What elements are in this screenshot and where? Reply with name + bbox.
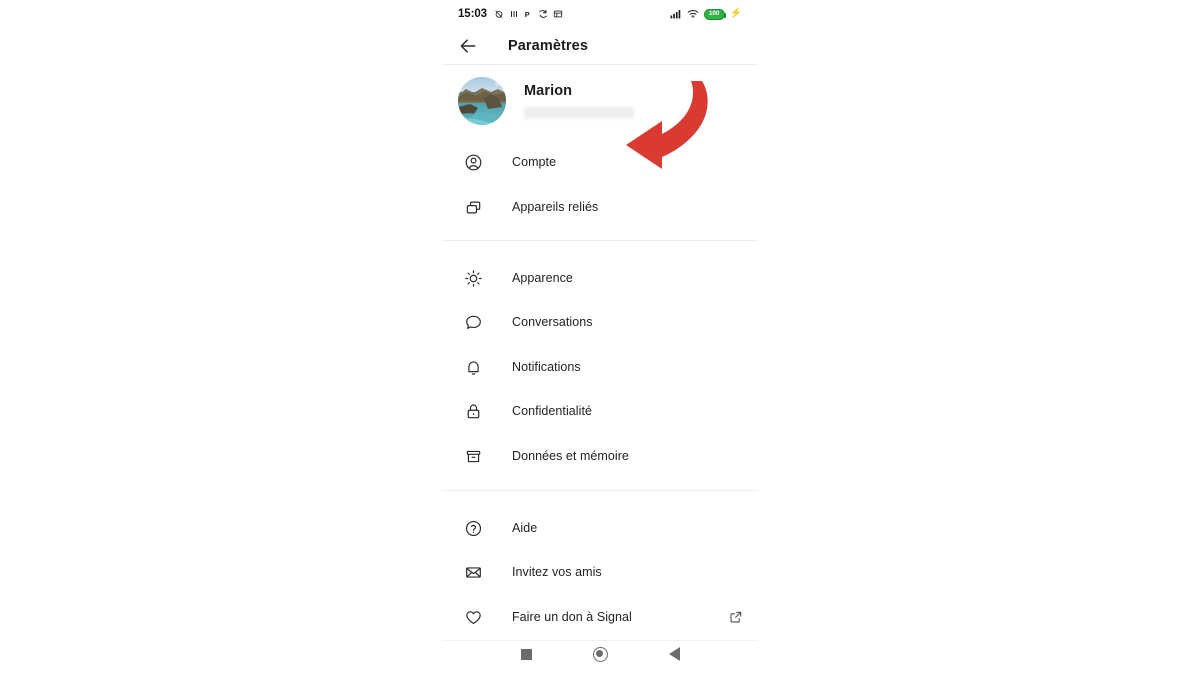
- section-divider-2: [442, 490, 758, 491]
- status-bar-right-group: 100 ⚡: [670, 8, 742, 20]
- phone-screenshot: 15:03 P 100 ⚡ Paramètres Marion Compte A…: [440, 0, 760, 675]
- android-nav-bar: [440, 635, 760, 675]
- profile-name: Marion: [524, 83, 573, 99]
- sidebar-item-label: Aide: [512, 521, 538, 535]
- sidebar-item-appareils-relies[interactable]: Appareils reliés: [440, 185, 760, 229]
- sidebar-item-donnees-et-memoire[interactable]: Données et mémoire: [440, 434, 760, 478]
- cellular-signal-icon: [670, 10, 680, 19]
- back-arrow-icon[interactable]: [456, 34, 480, 58]
- charging-bolt-icon: ⚡: [729, 8, 742, 19]
- vibrate-icon: [510, 11, 517, 17]
- sidebar-item-label: Apparence: [512, 271, 573, 285]
- sidebar-item-notifications[interactable]: Notifications: [440, 345, 760, 389]
- linked-devices-icon: [462, 196, 484, 218]
- sidebar-item-apparence[interactable]: Apparence: [440, 256, 760, 300]
- sidebar-item-label: Faire un don à Signal: [512, 610, 632, 624]
- recents-square-button[interactable]: [515, 643, 537, 665]
- screenshot-icon: [553, 10, 563, 18]
- envelope-icon: [462, 561, 484, 583]
- archive-box-icon: [462, 445, 484, 467]
- sidebar-item-label: Compte: [512, 155, 557, 169]
- status-clock: 15:03: [458, 8, 487, 20]
- bell-icon: [462, 356, 484, 378]
- app-bar: Paramètres: [440, 28, 760, 64]
- sidebar-item-label: Conversations: [512, 315, 593, 329]
- battery-level-label: 100: [708, 9, 720, 17]
- app-bar-divider: [442, 64, 758, 65]
- status-bar: 15:03 P 100 ⚡: [440, 0, 760, 28]
- heart-icon: [462, 606, 484, 628]
- lock-icon: [462, 400, 484, 422]
- sidebar-item-label: Confidentialité: [512, 404, 592, 418]
- pinterest-icon: P: [525, 10, 530, 19]
- help-circle-icon: [462, 517, 484, 539]
- alarm-off-icon: [495, 10, 503, 19]
- square-icon: [520, 648, 532, 660]
- page-title: Paramètres: [508, 38, 588, 54]
- sync-icon: [539, 9, 547, 18]
- sidebar-item-aide[interactable]: Aide: [440, 506, 760, 550]
- brightness-icon: [462, 267, 484, 289]
- triangle-icon: [668, 647, 680, 661]
- chat-bubble-icon: [462, 311, 484, 333]
- status-bar-left-group: 15:03 P: [458, 8, 563, 20]
- battery-icon: 100: [703, 8, 727, 20]
- sidebar-item-label: Notifications: [512, 360, 581, 374]
- avatar[interactable]: [458, 77, 506, 125]
- profile-row[interactable]: Marion: [440, 70, 760, 132]
- sidebar-item-label: Appareils reliés: [512, 200, 599, 214]
- profile-subtitle-redacted: [524, 106, 634, 119]
- home-circle-button[interactable]: [589, 643, 611, 665]
- sidebar-item-faire-un-don-a-signal[interactable]: Faire un don à Signal: [440, 595, 760, 639]
- wifi-icon: [687, 10, 698, 19]
- profile-text-group: Marion: [524, 83, 634, 119]
- circle-icon: [592, 646, 608, 662]
- svg-text:P: P: [525, 10, 530, 19]
- sidebar-item-invitez-vos-amis[interactable]: Invitez vos amis: [440, 550, 760, 594]
- sidebar-item-confidentialite[interactable]: Confidentialité: [440, 389, 760, 433]
- account-circle-icon: [462, 151, 484, 173]
- sidebar-item-label: Données et mémoire: [512, 449, 629, 463]
- external-link-icon[interactable]: [728, 609, 744, 625]
- sidebar-item-label: Invitez vos amis: [512, 565, 602, 579]
- sidebar-item-compte[interactable]: Compte: [440, 140, 760, 184]
- section-divider-1: [442, 240, 758, 241]
- sidebar-item-conversations[interactable]: Conversations: [440, 300, 760, 344]
- back-triangle-button[interactable]: [663, 643, 685, 665]
